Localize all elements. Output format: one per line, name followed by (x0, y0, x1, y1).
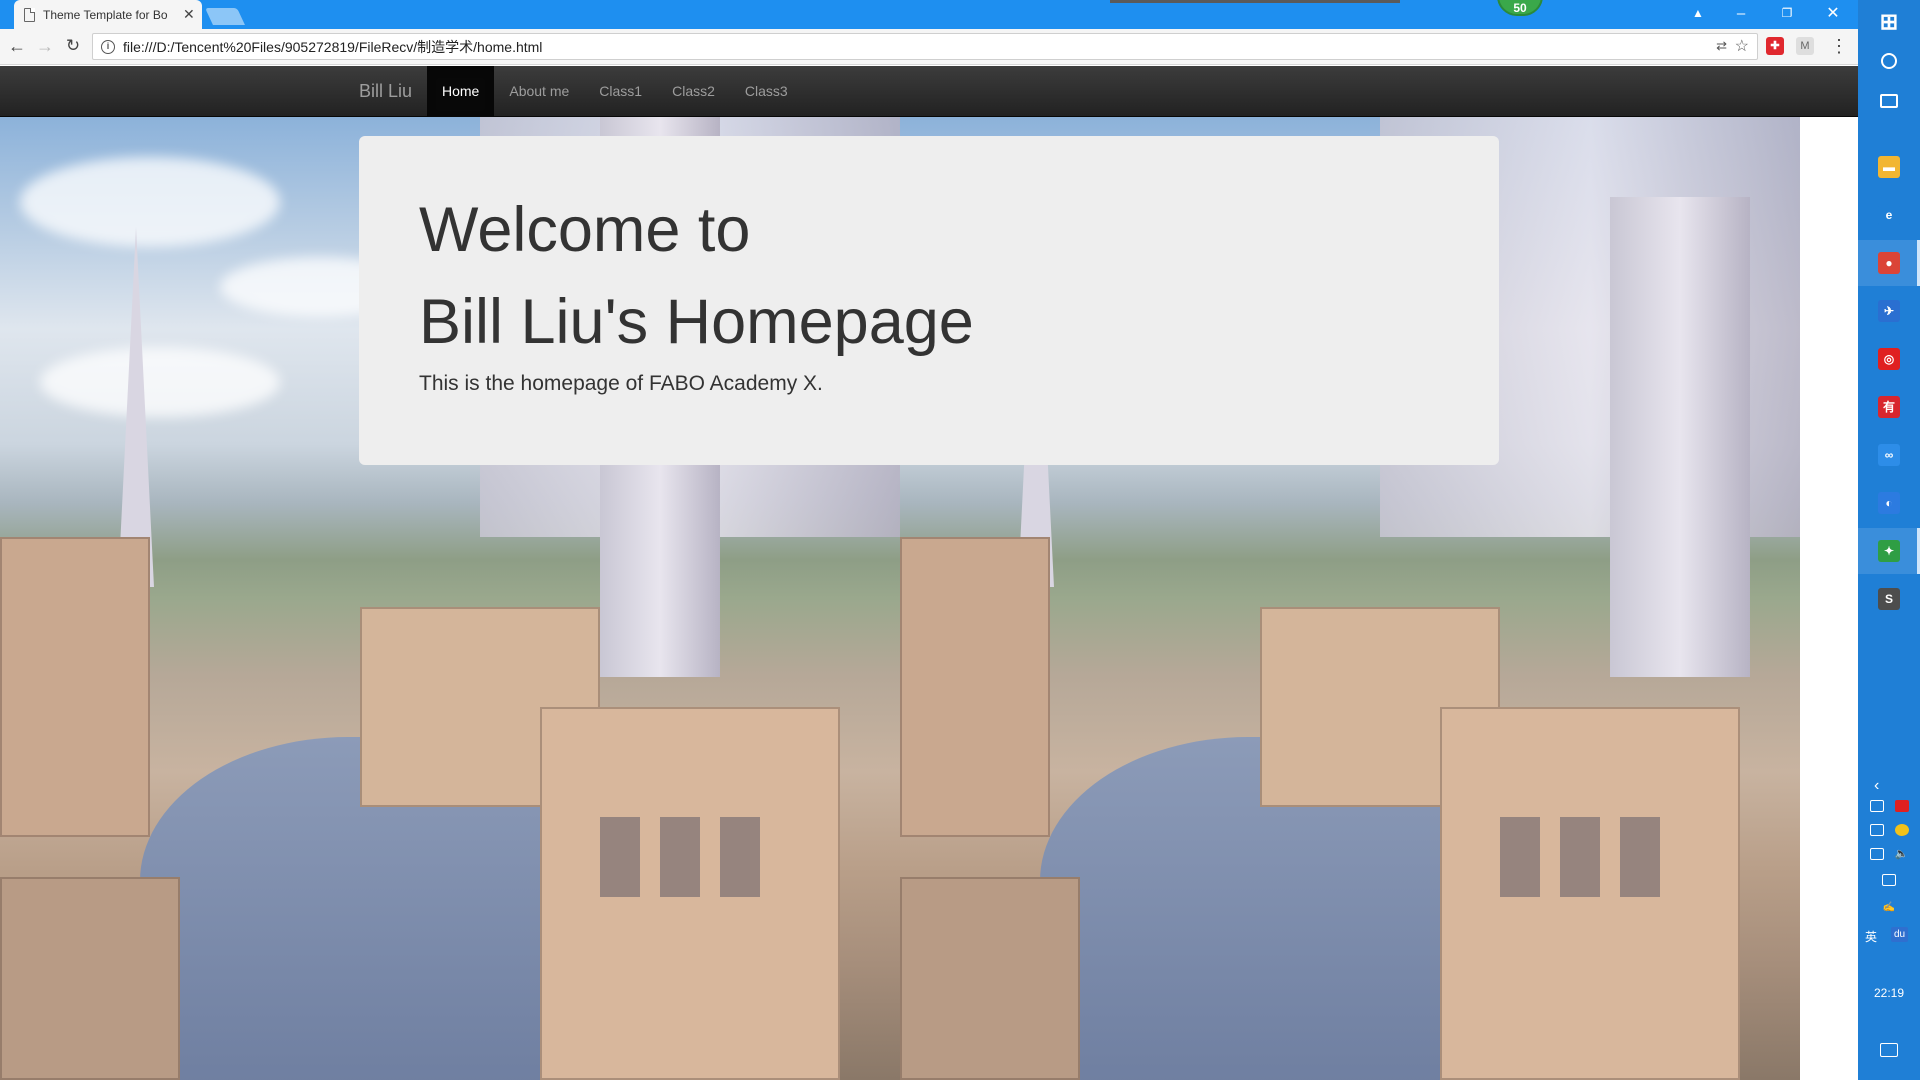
tray-app-yellow-icon[interactable] (1894, 824, 1909, 836)
windows-logo-icon: ⊞ (1879, 9, 1899, 34)
taskbar-app-button[interactable]: ◎ (1858, 336, 1920, 382)
jumbotron: Welcome to Bill Liu's Homepage This is t… (359, 136, 1499, 465)
tray-row-1 (1858, 800, 1920, 812)
tray-network-icon[interactable] (1869, 800, 1884, 812)
ie-icon: e (1878, 204, 1900, 226)
navbar-brand[interactable]: Bill Liu (359, 66, 412, 117)
tab-active[interactable]: Theme Template for Bo ✕ (14, 0, 202, 29)
taskbar-app-button[interactable]: ✦ (1858, 528, 1920, 574)
tray-row-2 (1858, 824, 1920, 836)
tray-row-3: 🔈 (1858, 848, 1920, 860)
page-icon (24, 7, 35, 22)
tray-usb-icon[interactable] (1869, 824, 1884, 836)
minimize-button[interactable]: – (1718, 0, 1764, 29)
taskbar-app-button[interactable]: 有 (1858, 384, 1920, 430)
bookmark-star-icon[interactable]: ☆ (1735, 36, 1749, 56)
nav-class2[interactable]: Class2 (657, 66, 730, 117)
tray-app-red-icon[interactable] (1894, 800, 1909, 812)
nav-class3[interactable]: Class3 (730, 66, 803, 117)
profile-icon[interactable]: ▲ (1675, 0, 1721, 29)
site-navbar: Bill Liu Home About me Class1 Class2 Cla… (0, 66, 1858, 117)
youdao-icon: 有 (1878, 396, 1900, 418)
tray-row-5: ✍ (1858, 902, 1920, 914)
heading-line-1: Welcome to (419, 195, 751, 265)
extension-red-icon[interactable]: ✚ (1766, 37, 1784, 55)
nav-class1[interactable]: Class1 (584, 66, 657, 117)
browser-window: Theme Template for Bo ✕ 50 ▲ – ❐ ✕ ← → ↻… (0, 0, 1858, 1080)
show-hidden-icons-chevron-icon[interactable]: ‹ (1874, 777, 1879, 795)
jumbotron-text: This is the homepage of FABO Academy X. (419, 372, 823, 395)
heading-line-2: Bill Liu's Homepage (419, 287, 974, 357)
cortana-icon (1881, 53, 1897, 69)
volume-icon[interactable]: 🔈 (1895, 848, 1909, 860)
address-text[interactable]: file:///D:/Tencent%20Files/905272819/Fil… (123, 37, 542, 57)
qq-browser-icon: ◐ (1878, 492, 1900, 514)
page-viewport: Bill Liu Home About me Class1 Class2 Cla… (0, 66, 1858, 1080)
action-center-icon[interactable] (1880, 1043, 1898, 1057)
ime-indicator[interactable]: 英 (1865, 928, 1877, 945)
reload-icon[interactable]: ↻ (62, 35, 84, 57)
taskbar-app-button[interactable]: ∞ (1858, 432, 1920, 478)
taskbar-app-button[interactable]: ● (1858, 240, 1920, 286)
baidu-netdisk-icon: ∞ (1878, 444, 1900, 466)
taskbar-clock[interactable]: 22:19 (1858, 986, 1920, 1000)
back-arrow-icon[interactable]: ← (6, 35, 28, 57)
jumbotron-heading: Welcome to Bill Liu's Homepage (419, 184, 1439, 368)
new-tab-button[interactable] (205, 8, 245, 25)
extension-gray-icon[interactable]: M (1796, 37, 1814, 55)
mail-icon: ✈ (1878, 300, 1900, 322)
display-icon[interactable] (1882, 874, 1896, 886)
browser-menu-icon[interactable]: ⋮ (1830, 35, 1848, 57)
file-explorer-icon: ▬ (1878, 156, 1900, 178)
netease-music-icon: ◎ (1878, 348, 1900, 370)
info-icon[interactable]: i (101, 39, 115, 54)
translate-icon[interactable]: ⇄ (1716, 38, 1727, 54)
nav-home[interactable]: Home (427, 66, 495, 117)
tab-title: Theme Template for Bo (43, 7, 168, 22)
navbar-links: Home About me Class1 Class2 Class3 (427, 66, 803, 117)
window-drag-area (1110, 0, 1400, 3)
tray-row-4 (1858, 874, 1920, 886)
game-icon: ✦ (1878, 540, 1900, 562)
baidu-ime-icon[interactable]: du (1891, 927, 1908, 942)
battery-icon[interactable] (1869, 848, 1884, 860)
sublime-icon: S (1878, 588, 1900, 610)
taskbar-app-button[interactable]: e (1858, 192, 1920, 238)
tab-strip: Theme Template for Bo ✕ 50 ▲ – ❐ ✕ (0, 0, 1858, 29)
taskbar-app-button[interactable]: ▬ (1858, 144, 1920, 190)
pen-icon[interactable]: ✍ (1882, 902, 1896, 914)
notification-badge[interactable]: 50 (1497, 0, 1543, 16)
tab-close-icon[interactable]: ✕ (183, 6, 195, 23)
close-window-button[interactable]: ✕ (1810, 0, 1856, 29)
nav-about-me[interactable]: About me (494, 66, 584, 117)
taskbar-app-button[interactable]: ✈ (1858, 288, 1920, 334)
task-view-icon (1880, 94, 1898, 108)
taskbar-app-button[interactable]: S (1858, 576, 1920, 622)
windows-taskbar: ⊞ ▬ e ● ✈ ◎ 有 ∞ ◐ ✦ S 🔈 ✍ (1858, 0, 1920, 1080)
restore-button[interactable]: ❐ (1764, 0, 1810, 29)
browser-toolbar: ← → ↻ i file:///D:/Tencent%20Files/90527… (0, 29, 1858, 65)
forward-arrow-icon[interactable]: → (34, 35, 56, 57)
task-view-button[interactable] (1858, 78, 1920, 124)
chrome-icon: ● (1878, 252, 1900, 274)
address-bar[interactable]: i file:///D:/Tencent%20Files/905272819/F… (92, 33, 1758, 60)
taskbar-app-button[interactable]: ◐ (1858, 480, 1920, 526)
